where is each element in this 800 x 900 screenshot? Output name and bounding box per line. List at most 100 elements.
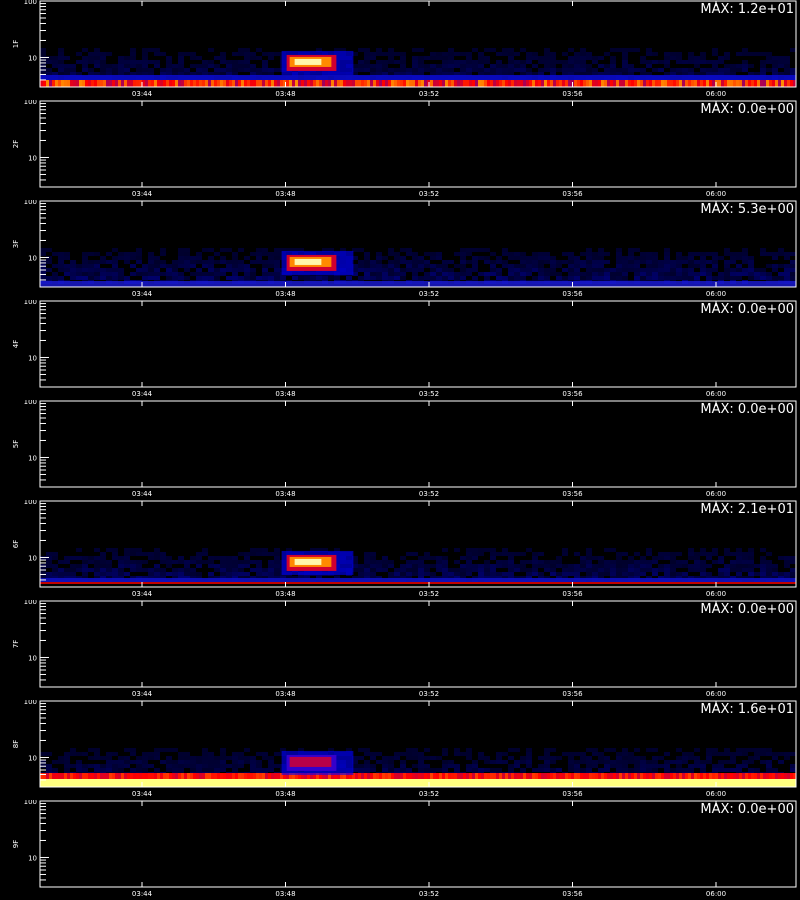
noise-cell	[574, 68, 580, 72]
noise-cell	[616, 568, 622, 572]
floor-cell	[160, 80, 163, 87]
noise-cell	[754, 564, 760, 568]
noise-cell	[604, 560, 610, 564]
y-tick-label: 100	[24, 100, 37, 106]
noise-cell	[730, 768, 736, 772]
noise-cell	[172, 260, 178, 264]
noise-cell	[574, 268, 580, 272]
noise-cell	[118, 276, 124, 280]
noise-cell	[148, 268, 154, 272]
noise-cell	[232, 252, 238, 256]
noise-cell	[778, 264, 784, 268]
noise-cell	[250, 56, 256, 60]
floor-cell	[433, 80, 436, 87]
noise-cell	[586, 560, 592, 564]
noise-cell	[94, 560, 100, 564]
noise-cell	[694, 560, 700, 564]
noise-cell	[748, 564, 754, 568]
noise-cell	[490, 48, 496, 52]
noise-cell	[370, 568, 376, 572]
noise-cell	[178, 756, 184, 760]
noise-cell	[748, 756, 754, 760]
floor-cell	[493, 80, 496, 87]
noise-cell	[424, 572, 430, 576]
noise-cell	[664, 752, 670, 756]
floor-cell	[229, 773, 232, 779]
noise-cell	[610, 748, 616, 752]
noise-cell	[184, 564, 190, 568]
noise-cell	[76, 60, 82, 64]
noise-cell	[142, 552, 148, 556]
noise-cell	[82, 572, 88, 576]
noise-cell	[430, 572, 436, 576]
noise-cell	[628, 556, 634, 560]
floor-cell	[733, 773, 736, 779]
x-tick-label: 03:48	[275, 290, 295, 298]
floor-cell	[730, 773, 733, 779]
noise-cell	[214, 268, 220, 272]
noise-cell	[292, 276, 298, 280]
floor-cell	[670, 773, 673, 779]
noise-cell	[688, 764, 694, 768]
noise-cell	[736, 572, 742, 576]
noise-cell	[376, 276, 382, 280]
floor-cell	[451, 80, 454, 87]
noise-cell	[514, 760, 520, 764]
noise-cell	[766, 752, 772, 756]
floor-cell	[691, 80, 694, 87]
noise-cell	[742, 748, 748, 752]
noise-cell	[586, 276, 592, 280]
noise-cell	[604, 564, 610, 568]
noise-cell	[520, 264, 526, 268]
noise-cell	[622, 264, 628, 268]
noise-cell	[532, 768, 538, 772]
noise-cell	[100, 256, 106, 260]
noise-cell	[682, 564, 688, 568]
noise-cell	[700, 548, 706, 552]
noise-cell	[622, 564, 628, 568]
noise-cell	[220, 556, 226, 560]
noise-cell	[364, 768, 370, 772]
floor-glow	[40, 281, 796, 287]
floor-cell	[394, 80, 397, 87]
noise-cell	[124, 748, 130, 752]
noise-cell	[364, 268, 370, 272]
noise-cell	[136, 764, 142, 768]
floor-cell	[541, 80, 544, 87]
floor-cell	[388, 80, 391, 87]
y-ticks	[40, 100, 49, 188]
noise-cell	[118, 756, 124, 760]
noise-cell	[496, 64, 502, 68]
noise-cell	[178, 752, 184, 756]
floor-cell	[589, 80, 592, 87]
noise-cell	[484, 260, 490, 264]
noise-cell	[238, 260, 244, 264]
floor-cell	[718, 80, 721, 87]
noise-cell	[208, 60, 214, 64]
noise-cell	[202, 764, 208, 768]
noise-cell	[100, 560, 106, 564]
floor-cell	[712, 773, 715, 779]
noise-cell	[82, 260, 88, 264]
noise-cell	[112, 568, 118, 572]
noise-cell	[238, 64, 244, 68]
noise-cell	[472, 248, 478, 252]
noise-cell	[40, 752, 46, 756]
floor-cell	[418, 80, 421, 87]
noise-cell	[712, 560, 718, 564]
noise-cell	[406, 260, 412, 264]
floor-cell	[697, 80, 700, 87]
noise-cell	[682, 560, 688, 564]
floor-cell	[556, 773, 559, 779]
noise-cell	[388, 252, 394, 256]
floor-cell	[706, 80, 709, 87]
noise-cell	[112, 276, 118, 280]
noise-cell	[538, 268, 544, 272]
noise-cell	[148, 60, 154, 64]
noise-cell	[604, 252, 610, 256]
noise-cell	[778, 572, 784, 576]
noise-cell	[718, 768, 724, 772]
floor-cell	[550, 80, 553, 87]
floor-cell	[682, 80, 685, 87]
noise-cell	[598, 256, 604, 260]
